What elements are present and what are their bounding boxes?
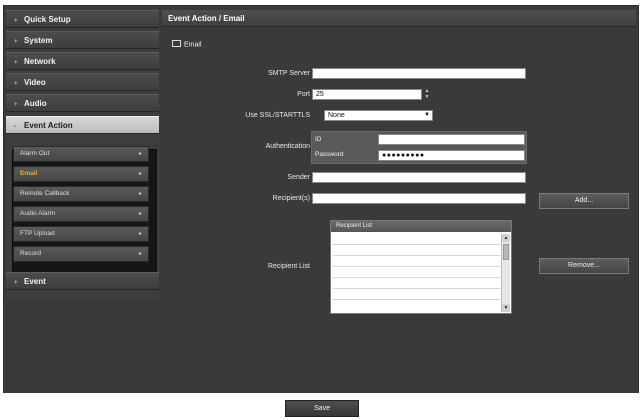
- submenu-item-record[interactable]: Record ▸: [13, 246, 149, 262]
- sender-input[interactable]: [312, 172, 526, 183]
- sender-label: Sender: [287, 174, 310, 181]
- ssl-select[interactable]: None ▼: [324, 110, 433, 121]
- menu-item-system[interactable]: + System: [6, 31, 159, 49]
- menu-item-label: Video: [24, 78, 46, 87]
- id-input[interactable]: [378, 134, 525, 145]
- submenu-item-label: Audio Alarm: [20, 210, 56, 217]
- section-heading: Email: [172, 40, 202, 49]
- add-recipient-button[interactable]: Add...: [539, 193, 629, 209]
- chevron-right-icon: ▸: [138, 171, 142, 177]
- menu-item-label: Event Action: [24, 121, 73, 130]
- chevron-right-icon: ▸: [138, 231, 142, 237]
- menu-item-quick-setup[interactable]: + Quick Setup: [6, 10, 159, 28]
- list-divider: [333, 277, 503, 278]
- menu-item-event[interactable]: + Event: [6, 272, 159, 290]
- submenu-item-label: Email: [20, 170, 38, 177]
- submenu-item-label: Alarm Out: [20, 150, 50, 157]
- password-input[interactable]: ●●●●●●●●●: [378, 150, 525, 161]
- menu-item-label: System: [24, 36, 53, 45]
- menu-item-video[interactable]: + Video: [6, 73, 159, 91]
- expand-icon: +: [14, 280, 18, 286]
- submenu-item-audio-alarm[interactable]: Audio Alarm ▸: [13, 206, 149, 222]
- expand-icon: +: [14, 39, 18, 45]
- section-heading-label: Email: [184, 41, 202, 49]
- email-icon: [172, 40, 181, 47]
- menu-item-label: Quick Setup: [24, 15, 71, 24]
- list-divider: [333, 299, 503, 300]
- recipient-list-label: Recipient List: [267, 263, 310, 270]
- recipient-list[interactable]: [333, 235, 503, 312]
- smtp-server-label: SMTP Server: [268, 70, 310, 77]
- chevron-right-icon: ▸: [138, 251, 142, 257]
- save-button[interactable]: Save: [285, 400, 359, 417]
- list-divider: [333, 266, 503, 267]
- expand-icon: +: [14, 60, 18, 66]
- list-divider: [333, 255, 503, 256]
- ssl-select-value: None: [328, 112, 345, 119]
- expand-icon: +: [14, 102, 18, 108]
- spin-down-icon[interactable]: ▼: [424, 94, 430, 100]
- recipients-input[interactable]: [312, 193, 526, 204]
- expand-icon: +: [14, 18, 18, 24]
- menu-item-label: Network: [24, 57, 56, 66]
- submenu-item-email[interactable]: Email ▸: [13, 166, 149, 182]
- sidebar: + Quick Setup + System + Network + Video + Au…: [6, 10, 159, 392]
- page-title: Event Action / Email: [162, 10, 636, 27]
- menu-item-network[interactable]: + Network: [6, 52, 159, 70]
- port-label: Port: [297, 91, 310, 98]
- menu-item-event-action[interactable]: - Event Action: [6, 116, 159, 134]
- submenu-item-alarm-out[interactable]: Alarm Out ▸: [13, 146, 149, 162]
- recipient-list-scrollbar[interactable]: ▲ ▼: [501, 234, 510, 312]
- chevron-right-icon: ▸: [138, 191, 142, 197]
- port-stepper[interactable]: ▲ ▼: [424, 88, 430, 102]
- recipients-label: Recipient(s): [272, 195, 310, 202]
- submenu-item-label: Remote Callback: [20, 190, 70, 197]
- port-input[interactable]: 25: [312, 89, 422, 100]
- smtp-server-input[interactable]: [312, 68, 526, 79]
- ssl-label: Use SSL/STARTTLS: [245, 112, 310, 119]
- submenu-item-ftp-upload[interactable]: FTP Upload ▸: [13, 226, 149, 242]
- submenu-item-label: Record: [20, 250, 41, 257]
- menu-item-label: Event: [24, 277, 46, 286]
- collapse-icon: -: [14, 124, 16, 130]
- authentication-label: Authentication: [265, 143, 310, 150]
- list-divider: [333, 244, 503, 245]
- password-label: Password: [315, 151, 344, 158]
- submenu-item-label: FTP Upload: [20, 230, 55, 237]
- menu-item-label: Audio: [24, 99, 47, 108]
- recipient-list-box: Recipient List ▲ ▼: [330, 220, 512, 314]
- menu-item-audio[interactable]: + Audio: [6, 94, 159, 112]
- id-label: ID: [315, 136, 322, 143]
- chevron-down-icon[interactable]: ▼: [424, 111, 430, 120]
- sidebar-filler: [6, 300, 159, 392]
- scroll-down-icon[interactable]: ▼: [502, 304, 510, 312]
- recipient-list-header: Recipient List: [331, 221, 511, 232]
- scroll-up-icon[interactable]: ▲: [502, 234, 510, 242]
- chevron-right-icon: ▸: [138, 151, 142, 157]
- remove-recipient-button[interactable]: Remove...: [539, 258, 629, 274]
- expand-icon: +: [14, 81, 18, 87]
- chevron-right-icon: ▸: [138, 211, 142, 217]
- list-divider: [333, 288, 503, 289]
- submenu-item-remote-callback[interactable]: Remote Callback ▸: [13, 186, 149, 202]
- scroll-thumb[interactable]: [503, 244, 509, 260]
